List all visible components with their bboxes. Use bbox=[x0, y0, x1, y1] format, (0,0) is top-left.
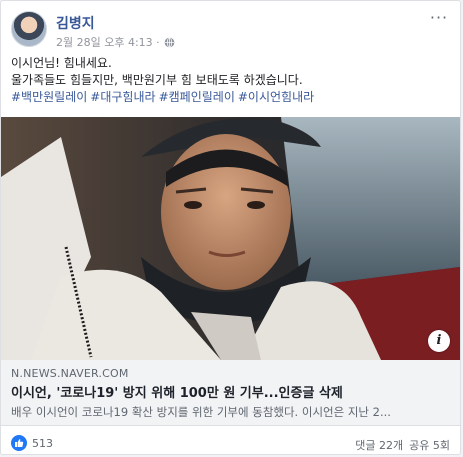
link-preview-card[interactable]: N.NEWS.NAVER.COM 이시언, '코로나19' 방지 위해 100만… bbox=[1, 360, 460, 426]
post-text-line: 울가족들도 힘들지만, 백만원기부 힘 보태도록 하겠습니다. bbox=[11, 73, 303, 87]
link-preview-image[interactable]: i bbox=[1, 117, 460, 360]
post-timestamp[interactable]: 2월 28일 오후 4:13 · bbox=[56, 34, 160, 50]
like-count[interactable]: 513 bbox=[32, 437, 53, 450]
hashtag-link[interactable]: #대구힘내라 bbox=[90, 90, 155, 104]
post-meta: 2월 28일 오후 4:13 · bbox=[56, 34, 175, 50]
share-count-link[interactable]: 공유 5회 bbox=[409, 437, 450, 453]
hashtag-link[interactable]: #백만원릴레이 bbox=[11, 90, 87, 104]
hashtag-list: #백만원릴레이 #대구힘내라 #캠페인릴레이 #이시언힘내라 bbox=[11, 89, 450, 106]
link-domain: N.NEWS.NAVER.COM bbox=[11, 367, 129, 380]
globe-icon bbox=[164, 36, 175, 48]
post-body: 이시언님! 힘내세요. 울가족들도 힘들지만, 백만원기부 힘 보태도록 하겠습… bbox=[11, 55, 450, 106]
facebook-post: 김병지 2월 28일 오후 4:13 · ··· 이시언님! 힘내세요. 울가족… bbox=[0, 0, 461, 455]
selfie-photo-illustration bbox=[1, 117, 460, 360]
engagement-counts: 댓글 22개 공유 5회 bbox=[355, 437, 450, 453]
author-avatar[interactable] bbox=[11, 11, 47, 47]
link-title[interactable]: 이시언, '코로나19' 방지 위해 100만 원 기부...인증글 삭제 bbox=[11, 382, 450, 401]
reaction-bar: 513 댓글 22개 공유 5회 bbox=[11, 433, 450, 453]
post-header: 김병지 2월 28일 오후 4:13 · ··· bbox=[11, 10, 450, 51]
author-name[interactable]: 김병지 bbox=[56, 13, 95, 33]
comment-count-link[interactable]: 댓글 22개 bbox=[355, 437, 403, 453]
like-reaction-icon[interactable] bbox=[11, 435, 27, 451]
info-icon[interactable]: i bbox=[428, 330, 450, 352]
post-text-line: 이시언님! 힘내세요. bbox=[11, 56, 112, 70]
thumbs-up-icon bbox=[15, 439, 24, 447]
more-options-button[interactable]: ··· bbox=[428, 10, 450, 27]
link-description: 배우 이시언이 코로나19 확산 방지를 위한 기부에 동참했다. 이시언은 지… bbox=[11, 405, 391, 419]
hashtag-link[interactable]: #이시언힘내라 bbox=[238, 90, 314, 104]
hashtag-link[interactable]: #캠페인릴레이 bbox=[159, 90, 235, 104]
